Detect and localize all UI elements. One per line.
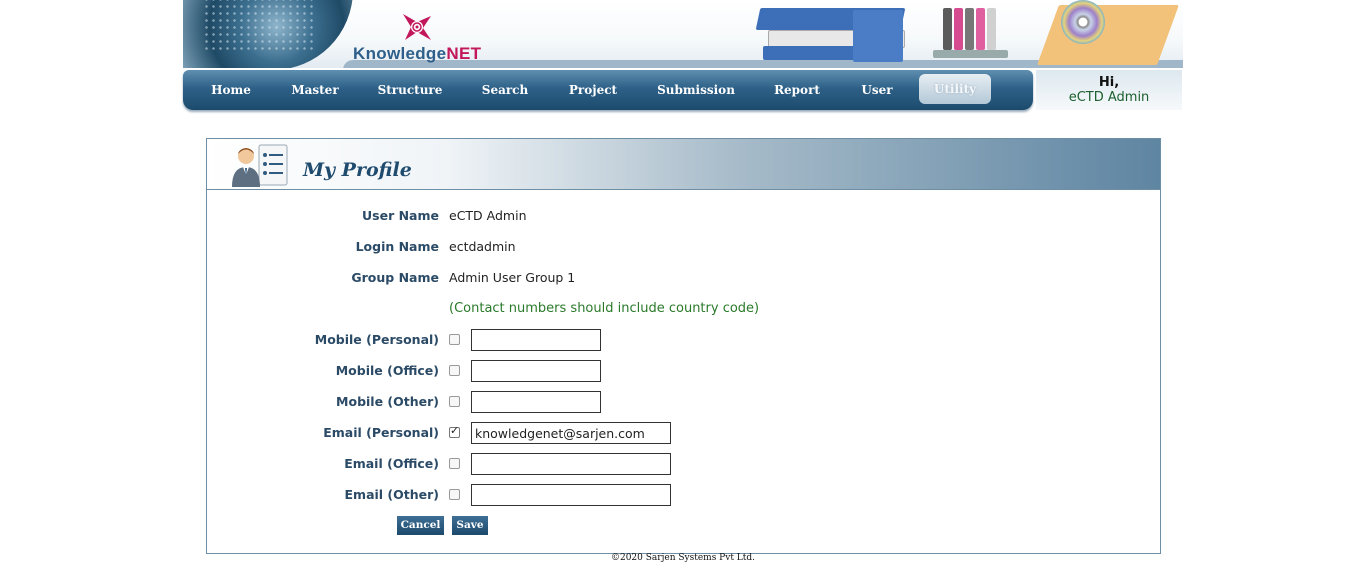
nav-submission[interactable]: Submission [653, 70, 739, 110]
group-name-value: Admin User Group 1 [449, 270, 576, 285]
contact-row: Email (Other) [207, 484, 1160, 506]
nav-structure[interactable]: Structure [373, 70, 447, 110]
logo-wordmark: KnowledgeNET [353, 44, 481, 64]
panel-header: My Profile [207, 139, 1160, 190]
mobile-personal-checkbox[interactable] [449, 334, 460, 345]
user-greeting: Hi, eCTD Admin [1036, 70, 1182, 110]
email-personal-label: Email (Personal) [323, 425, 439, 440]
mobile-office-label: Mobile (Office) [335, 363, 439, 378]
footer-copyright: ©2020 Sarjen Systems Pvt Ltd. [610, 553, 756, 563]
login-name-row: Login Name ectdadmin [207, 237, 1160, 257]
header-banner: KnowledgeNET [183, 0, 1183, 68]
email-personal-checkbox[interactable] [449, 424, 460, 438]
mobile-personal-label: Mobile (Personal) [314, 332, 439, 347]
contact-hint: (Contact numbers should include country … [449, 301, 760, 316]
login-name-value: ectdadmin [449, 239, 516, 254]
mobile-other-label: Mobile (Other) [336, 394, 439, 409]
login-name-label: Login Name [355, 239, 439, 254]
nav-search[interactable]: Search [475, 70, 535, 110]
mobile-other-checkbox[interactable] [449, 396, 460, 407]
mobile-office-input[interactable] [471, 360, 601, 382]
user-profile-icon [232, 144, 288, 187]
main-nav: Home Master Structure Search Project Sub… [183, 70, 1033, 110]
logo-prefix: Knowledge [353, 44, 447, 63]
contact-row: Email (Personal) [207, 422, 1160, 444]
logo-suffix: NET [446, 44, 482, 63]
page-title: My Profile [303, 159, 412, 181]
save-button[interactable]: Save [452, 516, 488, 535]
logo-swirl-icon [403, 14, 431, 40]
group-name-row: Group Name Admin User Group 1 [207, 268, 1160, 288]
email-other-checkbox[interactable] [449, 489, 460, 500]
mobile-personal-input[interactable] [471, 329, 601, 351]
user-name-value: eCTD Admin [449, 208, 527, 223]
nav-home[interactable]: Home [205, 70, 257, 110]
email-other-label: Email (Other) [344, 487, 440, 502]
contact-row: Mobile (Personal) [207, 329, 1160, 351]
contact-row: Mobile (Office) [207, 360, 1160, 382]
nav-utility[interactable]: Utility [919, 74, 991, 104]
contact-row: Email (Office) [207, 453, 1160, 475]
mobile-office-checkbox[interactable] [449, 365, 460, 376]
nav-user[interactable]: User [855, 70, 899, 110]
mobile-other-input[interactable] [471, 391, 601, 413]
email-other-input[interactable] [471, 484, 671, 506]
nav-report[interactable]: Report [767, 70, 827, 110]
greeting-hi: Hi, [1098, 75, 1120, 90]
globe-graphic [183, 0, 353, 68]
contact-hint-row: (Contact numbers should include country … [207, 299, 1160, 319]
group-name-label: Group Name [351, 270, 439, 285]
user-name-label: User Name [362, 208, 439, 223]
email-office-checkbox[interactable] [449, 458, 460, 469]
nav-project[interactable]: Project [563, 70, 623, 110]
profile-panel: My Profile User Name eCTD Admin Login Na… [206, 138, 1161, 554]
email-personal-input[interactable] [471, 422, 671, 444]
email-office-label: Email (Office) [344, 456, 439, 471]
user-name-row: User Name eCTD Admin [207, 206, 1160, 226]
nav-master[interactable]: Master [287, 70, 343, 110]
contact-row: Mobile (Other) [207, 391, 1160, 413]
cancel-button[interactable]: Cancel [397, 516, 444, 535]
greeting-username: eCTD Admin [1068, 90, 1150, 105]
email-office-input[interactable] [471, 453, 671, 475]
